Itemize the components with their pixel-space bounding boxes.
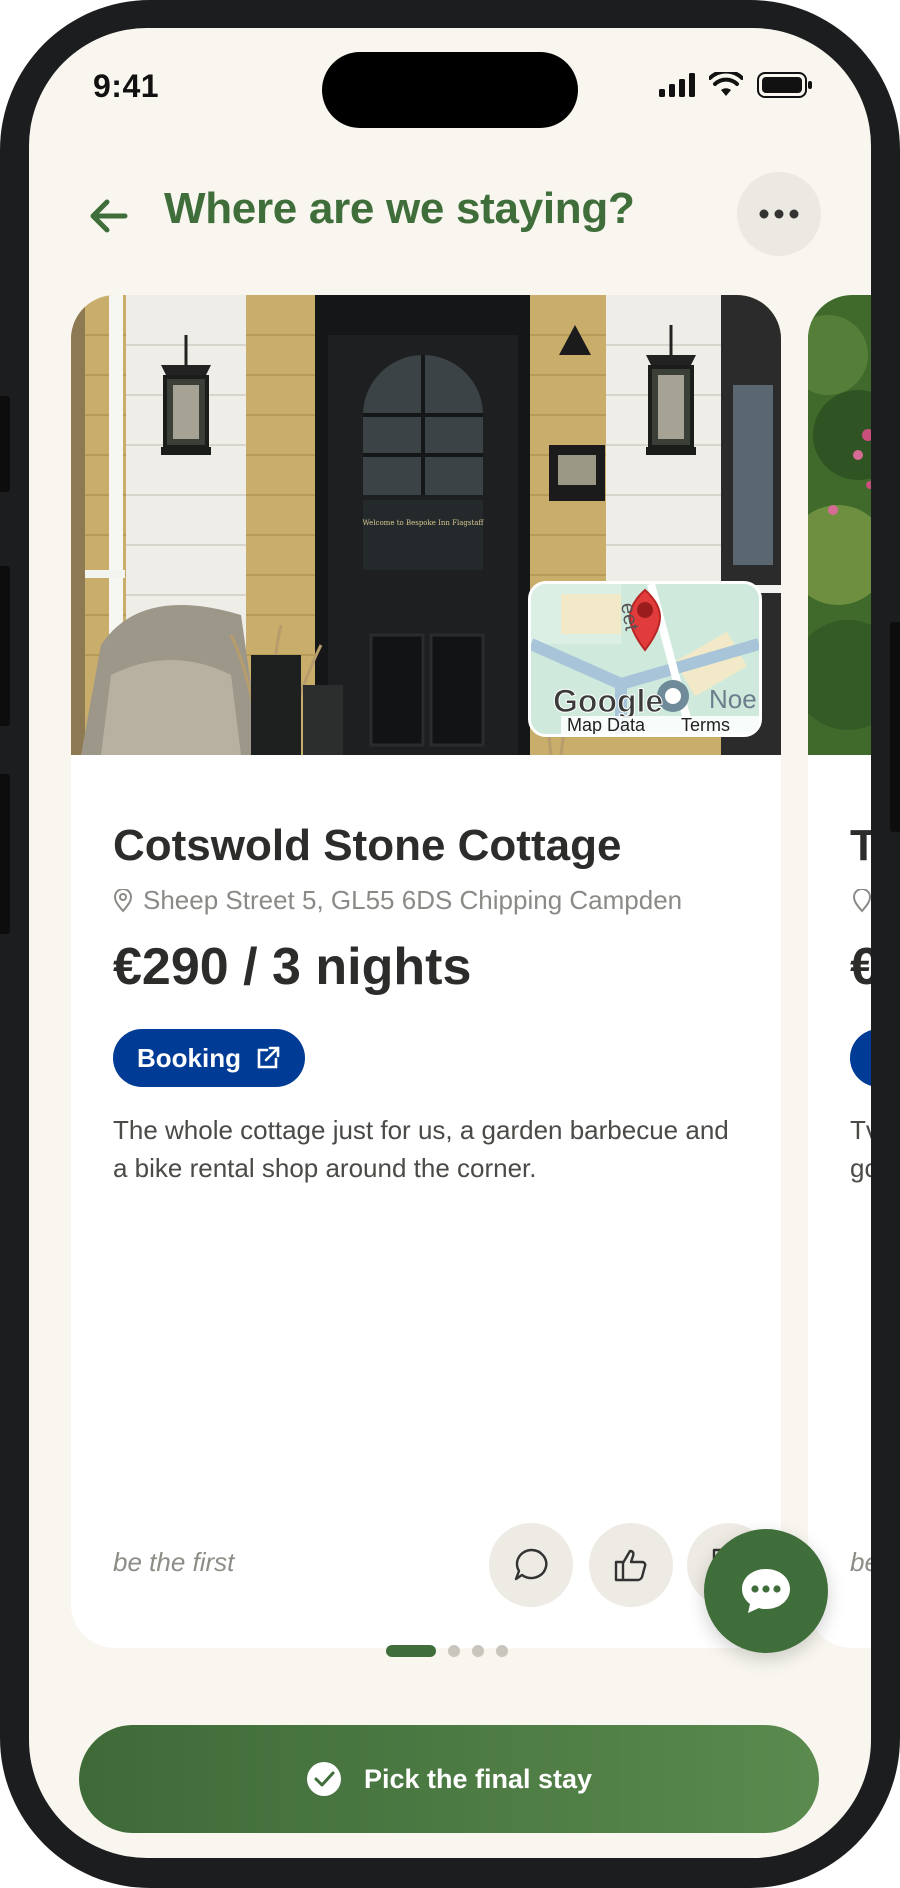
status-time: 9:41 bbox=[93, 68, 160, 104]
next-stay-description: Tv gc bbox=[850, 1111, 871, 1187]
like-button[interactable] bbox=[589, 1523, 673, 1607]
battery-icon bbox=[757, 72, 812, 98]
next-stay-price: € bbox=[850, 938, 871, 996]
stay-price: €290 / 3 nights bbox=[113, 938, 472, 996]
stay-address: Sheep Street 5, GL55 6DS Chipping Campde… bbox=[113, 885, 682, 916]
pagination-dot-active[interactable] bbox=[386, 1645, 436, 1657]
cellular-signal-icon bbox=[659, 73, 695, 97]
next-map-pin-icon bbox=[852, 889, 871, 913]
stay-card[interactable]: Welcome to Bespoke Inn Flagstaff eet Goo… bbox=[71, 295, 781, 1648]
map-pin-icon bbox=[113, 888, 133, 913]
page-title: Where are we staying? bbox=[164, 184, 635, 233]
phone-power-button bbox=[890, 622, 900, 832]
next-desc-line-1: Tv bbox=[850, 1115, 871, 1145]
thumbs-up-icon bbox=[614, 1549, 647, 1582]
external-link-icon bbox=[257, 1046, 280, 1069]
arrow-left-icon bbox=[90, 199, 128, 233]
door-sign-text: Welcome to Bespoke Inn Flagstaff bbox=[363, 519, 485, 527]
pagination-dot[interactable] bbox=[496, 1645, 508, 1657]
pagination-dots bbox=[386, 1645, 508, 1657]
pick-final-stay-button[interactable]: Pick the final stay bbox=[79, 1725, 819, 1833]
map-street-label: Noe bbox=[709, 684, 757, 714]
comment-icon bbox=[514, 1548, 548, 1581]
reactions-empty-label: be the first bbox=[113, 1547, 235, 1577]
phone-volume-up-button bbox=[0, 566, 10, 726]
more-options-button[interactable] bbox=[737, 172, 821, 256]
more-horizontal-icon bbox=[759, 209, 799, 219]
pagination-dot[interactable] bbox=[472, 1645, 484, 1657]
stay-card-next[interactable]: T € Tv gc be bbox=[808, 295, 871, 1648]
app-screen: 9:41 Where are we staying? Welcome to Be… bbox=[29, 28, 871, 1858]
chat-bubble-icon bbox=[742, 1569, 790, 1613]
booking-link-button[interactable]: Booking bbox=[113, 1029, 305, 1087]
google-logo: Google bbox=[553, 683, 663, 719]
booking-label: Booking bbox=[137, 1042, 241, 1073]
next-booking-button[interactable] bbox=[850, 1029, 871, 1087]
phone-volume-down-button bbox=[0, 774, 10, 934]
pagination-dot[interactable] bbox=[448, 1645, 460, 1657]
phone-mute-button bbox=[0, 396, 10, 492]
pick-final-stay-label: Pick the final stay bbox=[363, 1763, 593, 1794]
phone-frame: 9:41 Where are we staying? Welcome to Be… bbox=[0, 0, 900, 1888]
next-reactions-label: be bbox=[850, 1547, 871, 1577]
map-illustration: eet Google Noe Map Data Terms bbox=[531, 584, 759, 734]
map-data-link[interactable]: Map Data bbox=[567, 715, 646, 734]
comment-button[interactable] bbox=[489, 1523, 573, 1607]
next-stay-title: T bbox=[850, 821, 871, 870]
garden-photo bbox=[808, 295, 871, 755]
stay-photo: Welcome to Bespoke Inn Flagstaff eet Goo… bbox=[71, 295, 781, 755]
stay-title: Cotswold Stone Cottage bbox=[113, 821, 622, 870]
wifi-icon bbox=[709, 72, 743, 96]
back-button[interactable] bbox=[81, 188, 137, 244]
status-icons bbox=[659, 72, 813, 98]
stay-address-text: Sheep Street 5, GL55 6DS Chipping Campde… bbox=[143, 885, 683, 915]
chat-button[interactable] bbox=[704, 1529, 828, 1653]
next-desc-line-2: gc bbox=[850, 1153, 871, 1183]
dynamic-island bbox=[322, 52, 578, 128]
map-preview[interactable]: eet Google Noe Map Data Terms bbox=[528, 581, 762, 737]
stay-description: The whole cottage just for us, a garden … bbox=[113, 1115, 729, 1183]
map-terms-link[interactable]: Terms bbox=[681, 715, 730, 734]
check-circle-icon bbox=[306, 1762, 341, 1796]
